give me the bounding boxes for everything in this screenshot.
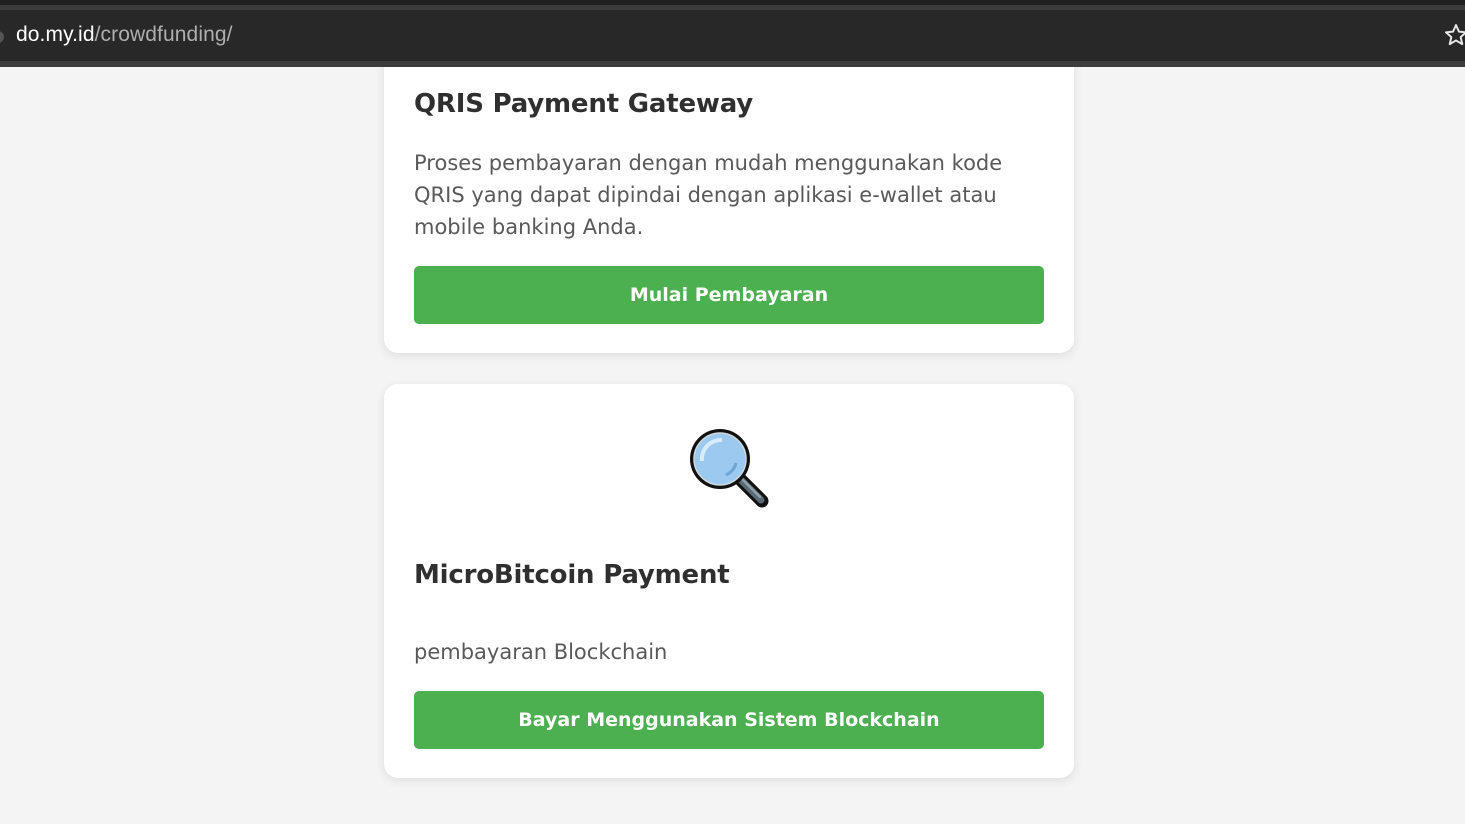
url-path: /crowdfunding/ bbox=[94, 23, 233, 46]
site-info-icon[interactable] bbox=[0, 31, 4, 43]
url-text[interactable]: do.my.id/crowdfunding/ bbox=[16, 23, 233, 47]
address-bar[interactable]: do.my.id/crowdfunding/ bbox=[0, 10, 1465, 61]
payment-card-qris: QRIS Payment Gateway Proses pembayaran d… bbox=[384, 67, 1074, 353]
browser-toolbar: do.my.id/crowdfunding/ bbox=[0, 0, 1465, 67]
payment-card-microbitcoin: MicroBitcoin Payment pembayaran Blockcha… bbox=[384, 384, 1074, 778]
card-description: pembayaran Blockchain bbox=[414, 640, 668, 664]
card-title: MicroBitcoin Payment bbox=[414, 560, 730, 590]
card-description: Proses pembayaran dengan mudah menggunak… bbox=[414, 151, 1003, 239]
card-title: QRIS Payment Gateway bbox=[414, 89, 754, 119]
page-content: QRIS Payment Gateway Proses pembayaran d… bbox=[0, 67, 1465, 824]
star-icon[interactable] bbox=[1443, 22, 1465, 48]
url-host: do.my.id bbox=[16, 23, 95, 46]
blockchain-payment-button[interactable]: Bayar Menggunakan Sistem Blockchain bbox=[414, 691, 1044, 749]
start-payment-button[interactable]: Mulai Pembayaran bbox=[414, 266, 1044, 324]
magnifier-icon bbox=[686, 425, 772, 511]
